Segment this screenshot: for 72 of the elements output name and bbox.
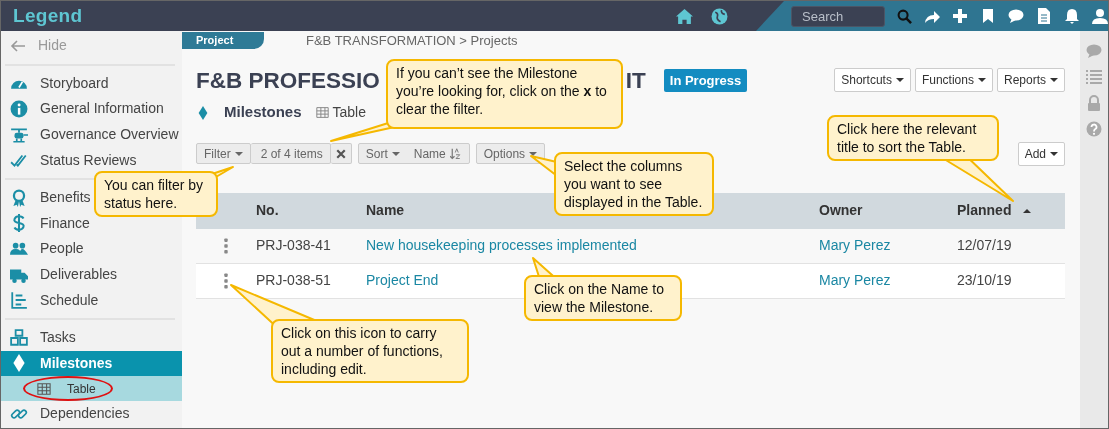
sidebar-item[interactable]: Milestones: [1, 350, 182, 377]
callout: Click here the relevant title to sort the Table.: [827, 115, 999, 161]
column-header[interactable]: Planned: [957, 200, 1012, 222]
filter-button[interactable]: Filter: [196, 143, 251, 165]
callout: Select the columns you want to see displayed in the Table.: [554, 152, 714, 216]
caret-icon: [977, 78, 986, 83]
arrow-left-icon: [10, 37, 26, 54]
owner-link[interactable]: Mary Perez: [819, 237, 891, 254]
filter-count: 2 of 4 items: [250, 143, 331, 165]
bookmark-icon[interactable]: [980, 8, 996, 24]
breadcrumb[interactable]: F&B TRANSFORMATION > Projects: [306, 31, 518, 51]
sort-field[interactable]: Name: [413, 144, 462, 163]
home-icon[interactable]: [676, 7, 694, 25]
dropdown-button[interactable]: Reports: [996, 68, 1065, 93]
sidebar-item[interactable]: Deliverables: [1, 261, 122, 288]
section-title: Milestones: [224, 102, 302, 123]
clear-filter-button[interactable]: [330, 143, 352, 165]
table-cell-text: 23/10/19: [957, 271, 1012, 291]
cubes-icon: [10, 328, 28, 347]
dropdown-button[interactable]: Shortcuts: [834, 68, 911, 93]
sidebar-subitem[interactable]: Table: [1, 376, 182, 402]
table-cell-text: 12/07/19: [957, 236, 1012, 256]
plus-icon[interactable]: [952, 8, 968, 24]
caret-icon: [1050, 78, 1058, 83]
chat-icon[interactable]: [1008, 8, 1024, 24]
table-cell: PRJ-038-41: [256, 237, 331, 254]
column-header[interactable]: Owner: [819, 202, 863, 219]
search-field[interactable]: Search: [791, 5, 885, 27]
bell-icon[interactable]: [1064, 8, 1080, 24]
add-button[interactable]: Add: [1017, 141, 1065, 166]
column-header[interactable]: No.: [256, 202, 279, 219]
sidebar-item[interactable]: General Information: [1, 96, 168, 122]
helicopter-icon: [10, 125, 28, 144]
dollar-icon: [10, 214, 28, 233]
caret-icon: [895, 78, 904, 83]
sidebar-item[interactable]: Benefits: [1, 184, 95, 211]
user-icon[interactable]: [1092, 8, 1108, 24]
sort-icon: [449, 146, 462, 161]
column-header[interactable]: Name: [366, 202, 405, 219]
caret-icon: [234, 151, 243, 156]
globe-icon[interactable]: [711, 7, 729, 25]
sidebar-item[interactable]: Tasks: [1, 324, 80, 351]
sidebar-item[interactable]: Dependencies: [1, 401, 134, 427]
owner-link[interactable]: Mary Perez: [819, 272, 891, 289]
timeline-icon: [10, 291, 28, 310]
sidebar-item[interactable]: Governance Overview: [1, 121, 183, 148]
table-icon: [37, 381, 51, 396]
document-icon[interactable]: [1036, 8, 1052, 24]
sidebar-item[interactable]: People: [1, 236, 88, 262]
search-icon[interactable]: [897, 8, 912, 24]
caret-icon: [1050, 151, 1058, 156]
ribbon-icon: [10, 188, 28, 207]
dropdown-button[interactable]: Functions: [914, 68, 993, 93]
milestone-link[interactable]: New housekeeping processes implemented: [366, 237, 637, 254]
caret-icon: [391, 151, 400, 156]
sort-button[interactable]: Sort: [365, 144, 400, 163]
sidebar-item[interactable]: Status Reviews: [1, 147, 141, 173]
table-cell: PRJ-038-51: [256, 272, 331, 289]
page-title: F&B PROFESSIO: [196, 66, 380, 95]
share-icon[interactable]: [924, 8, 940, 24]
sidebar-item[interactable]: Finance: [1, 210, 94, 237]
status-badge: In Progress: [663, 68, 748, 93]
table-icon: [315, 106, 329, 119]
sidebar-item[interactable]: Storyboard: [1, 70, 113, 97]
sidebar-item[interactable]: Schedule: [1, 287, 103, 313]
app-logo[interactable]: Legend: [1, 1, 677, 31]
close-icon: [335, 148, 346, 159]
page-title: IT: [625, 66, 646, 95]
milestone-link[interactable]: Project End: [366, 272, 439, 289]
info-icon: [10, 100, 28, 118]
view-tab[interactable]: Table: [315, 102, 366, 123]
project-tab[interactable]: Project: [182, 32, 264, 50]
